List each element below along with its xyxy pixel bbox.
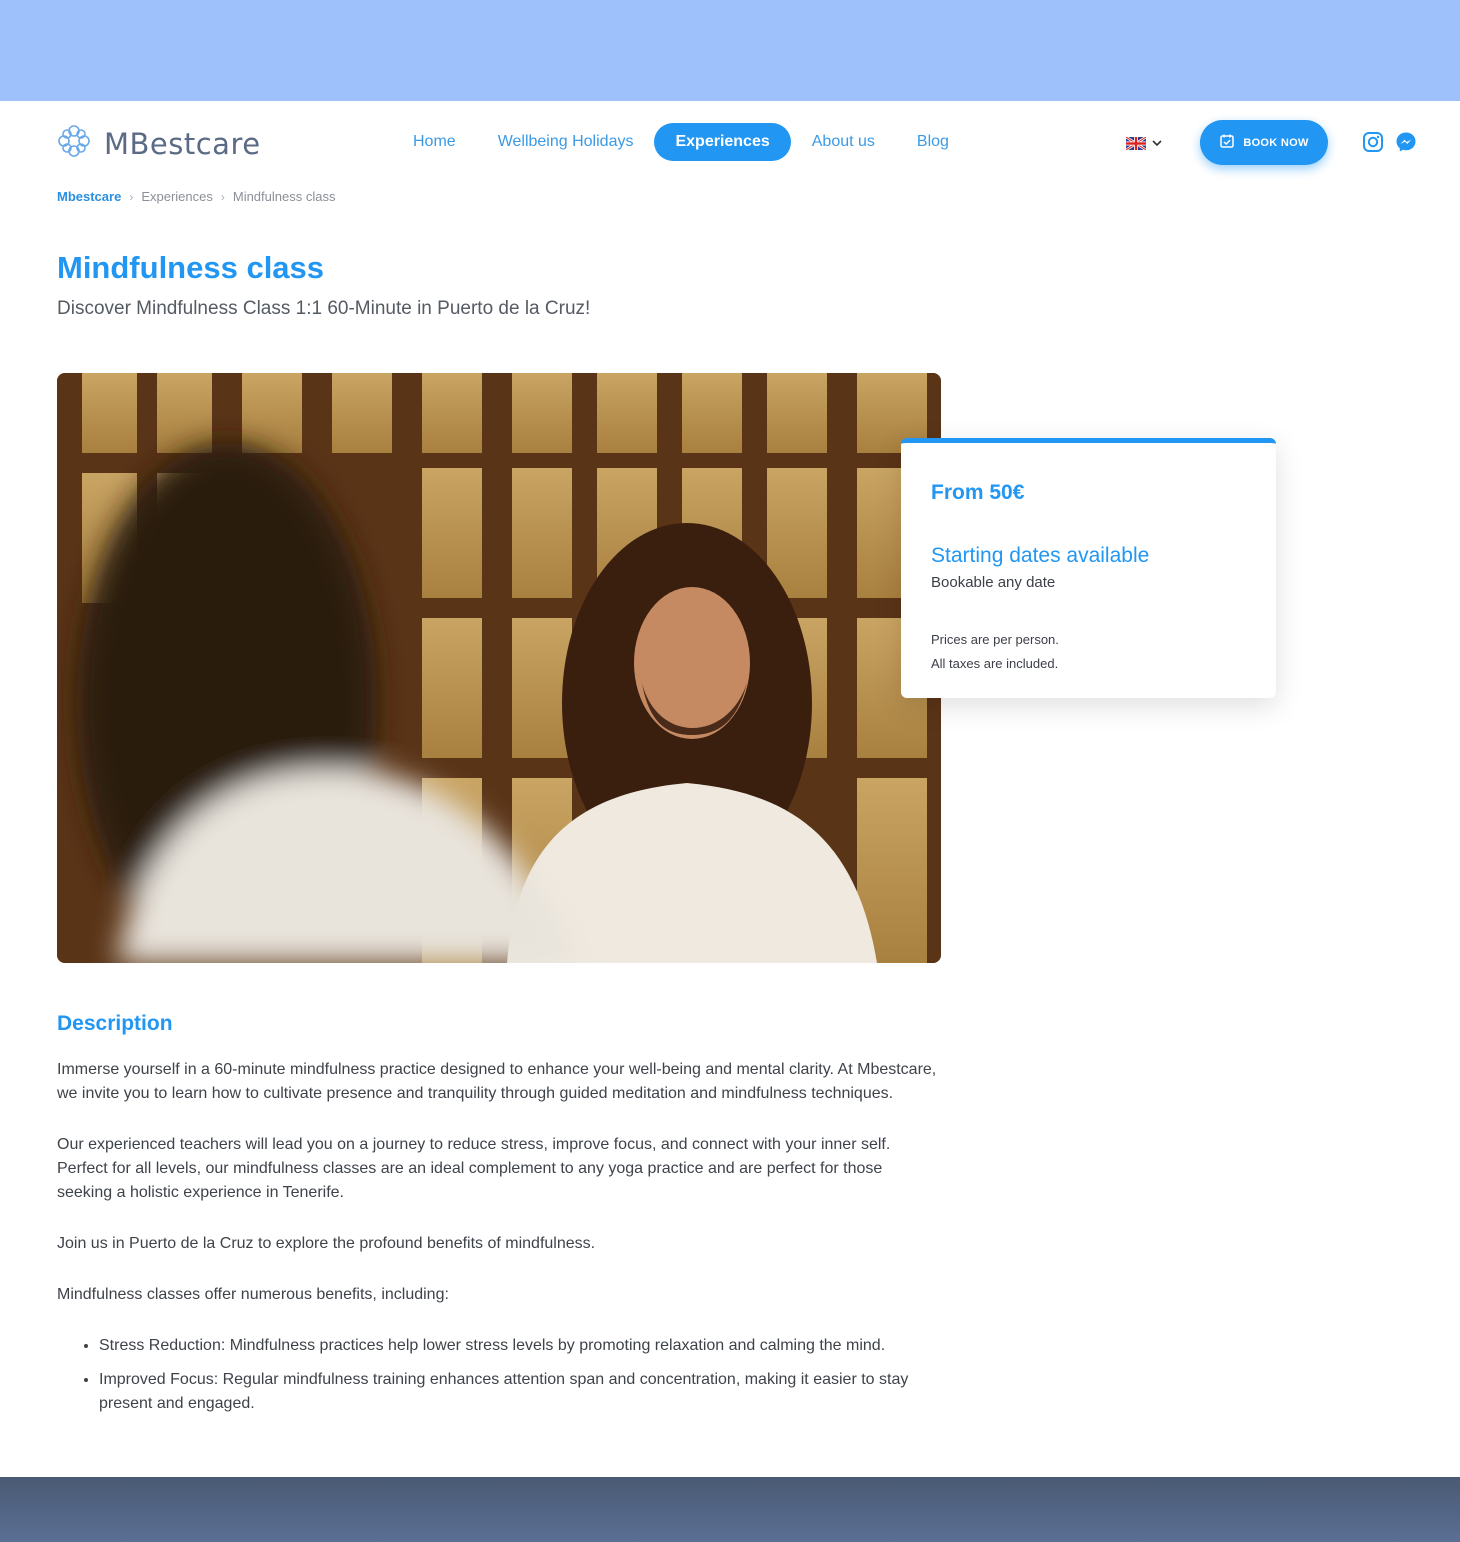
calendar-check-icon (1219, 133, 1235, 152)
messenger-icon[interactable] (1395, 131, 1417, 153)
description-paragraph: Join us in Puerto de la Cruz to explore … (57, 1235, 596, 1252)
web-page: MBestcare Home Wellbeing Holidays Experi… (0, 101, 1460, 1477)
brand-logo[interactable]: MBestcare (56, 123, 261, 164)
nav-item-wellbeing-holidays[interactable]: Wellbeing Holidays (477, 123, 655, 161)
nav-item-about-us[interactable]: About us (791, 123, 896, 161)
browser-bottom-backdrop (0, 1477, 1460, 1542)
description-paragraph: Mindfulness classes offer numerous benef… (57, 1286, 449, 1303)
breadcrumb-chevron-icon: › (220, 189, 225, 204)
hero-image-meditation (57, 373, 941, 963)
starting-dates-title: Starting dates available (931, 544, 1150, 567)
price-from: From 50€ (931, 481, 1025, 504)
brand-name: MBestcare (104, 126, 261, 161)
nav-item-experiences[interactable]: Experiences (654, 123, 791, 161)
description-paragraph: Immerse yourself in a 60-minute mindfuln… (57, 1061, 937, 1102)
chevron-down-icon (1152, 134, 1162, 152)
nav-item-blog[interactable]: Blog (896, 123, 970, 161)
description-body: Immerse yourself in a 60-minute mindfuln… (57, 1058, 941, 1426)
bookable-note: Bookable any date (931, 574, 1056, 591)
benefits-list: Stress Reduction: Mindfulness practices … (99, 1334, 941, 1416)
book-now-label: BOOK NOW (1243, 136, 1309, 149)
logo-mark-icon (56, 123, 92, 164)
benefit-item: Improved Focus: Regular mindfulness trai… (99, 1368, 941, 1416)
breadcrumb-chevron-icon: › (129, 189, 134, 204)
book-now-button[interactable]: BOOK NOW (1200, 120, 1328, 165)
breadcrumb: Mbestcare › Experiences › Mindfulness cl… (57, 189, 335, 204)
page-subtitle: Discover Mindfulness Class 1:1 60-Minute… (57, 298, 591, 319)
browser-top-backdrop (0, 0, 1460, 101)
social-links (1362, 131, 1417, 153)
breadcrumb-current: Mindfulness class (232, 189, 336, 204)
benefit-item: Stress Reduction: Mindfulness practices … (99, 1334, 941, 1358)
description-paragraph: Our experienced teachers will lead you o… (57, 1136, 891, 1201)
nav-item-home[interactable]: Home (392, 123, 477, 161)
main-nav: Home Wellbeing Holidays Experiences Abou… (392, 123, 970, 161)
description-heading: Description (57, 1012, 173, 1035)
price-note-taxes: All taxes are included. (931, 656, 1059, 671)
price-note-per-person: Prices are per person. (931, 632, 1059, 647)
instagram-icon[interactable] (1362, 131, 1384, 153)
price-card: From 50€ Starting dates available Bookab… (901, 438, 1276, 698)
uk-flag-icon (1126, 136, 1146, 150)
breadcrumb-section-link[interactable]: Experiences (141, 189, 213, 204)
page-title: Mindfulness class (57, 250, 325, 285)
language-selector[interactable] (1126, 134, 1162, 152)
breadcrumb-home-link[interactable]: Mbestcare (57, 189, 121, 204)
